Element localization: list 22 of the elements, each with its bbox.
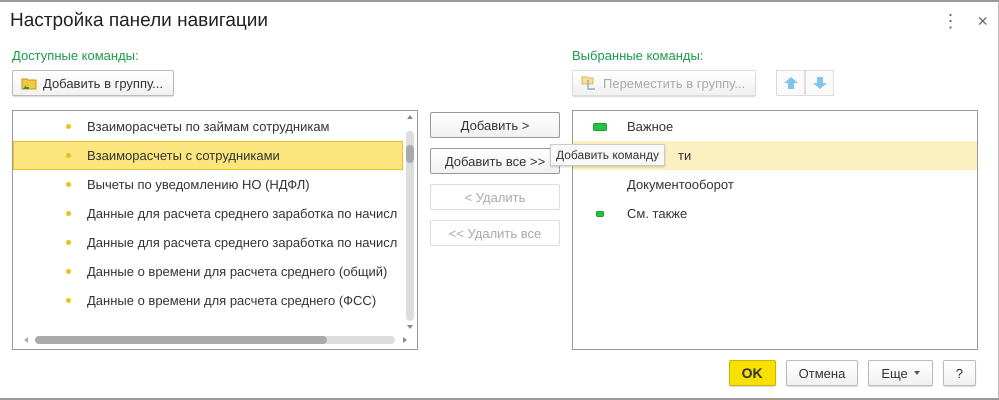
command-item[interactable]: Вычеты по уведомлению НО (НДФЛ) [13, 170, 403, 199]
command-item[interactable]: Документооборот [573, 170, 977, 199]
selected-commands-label: Выбранные команды: [572, 48, 704, 65]
command-item[interactable]: Данные для расчета среднего заработка по начисл [13, 228, 403, 257]
cancel-button[interactable]: Отмена [786, 360, 858, 386]
command-item[interactable]: Взаиморасчеты с сотрудниками [13, 141, 403, 170]
window-title: Настройка панели навигации [10, 10, 270, 32]
help-button[interactable]: ? [942, 360, 976, 386]
command-item[interactable]: Важное [573, 112, 977, 141]
tooltip: Добавить команду [550, 144, 665, 166]
ok-button[interactable]: OK [728, 360, 776, 386]
transfer-button[interactable]: Добавить > [430, 112, 560, 138]
command-item[interactable]: Данные для расчета среднего заработка по начисл [13, 199, 403, 228]
available-commands-label: Доступные команды: [12, 48, 140, 65]
close-icon[interactable]: × [977, 10, 988, 32]
command-item[interactable]: См. также [573, 199, 977, 228]
more-button[interactable]: Еще [868, 360, 933, 386]
command-item[interactable]: Данные о времени для расчета среднего (ФСС) [13, 286, 403, 315]
add-to-group-button[interactable]: Добавить в группу... [12, 70, 174, 96]
command-item[interactable]: Данные о времени для расчета среднего (общий) [13, 257, 403, 286]
command-item[interactable]: Взаиморасчеты по займам сотрудникам [13, 112, 403, 141]
menu-icon[interactable]: ⋮ [941, 10, 960, 32]
